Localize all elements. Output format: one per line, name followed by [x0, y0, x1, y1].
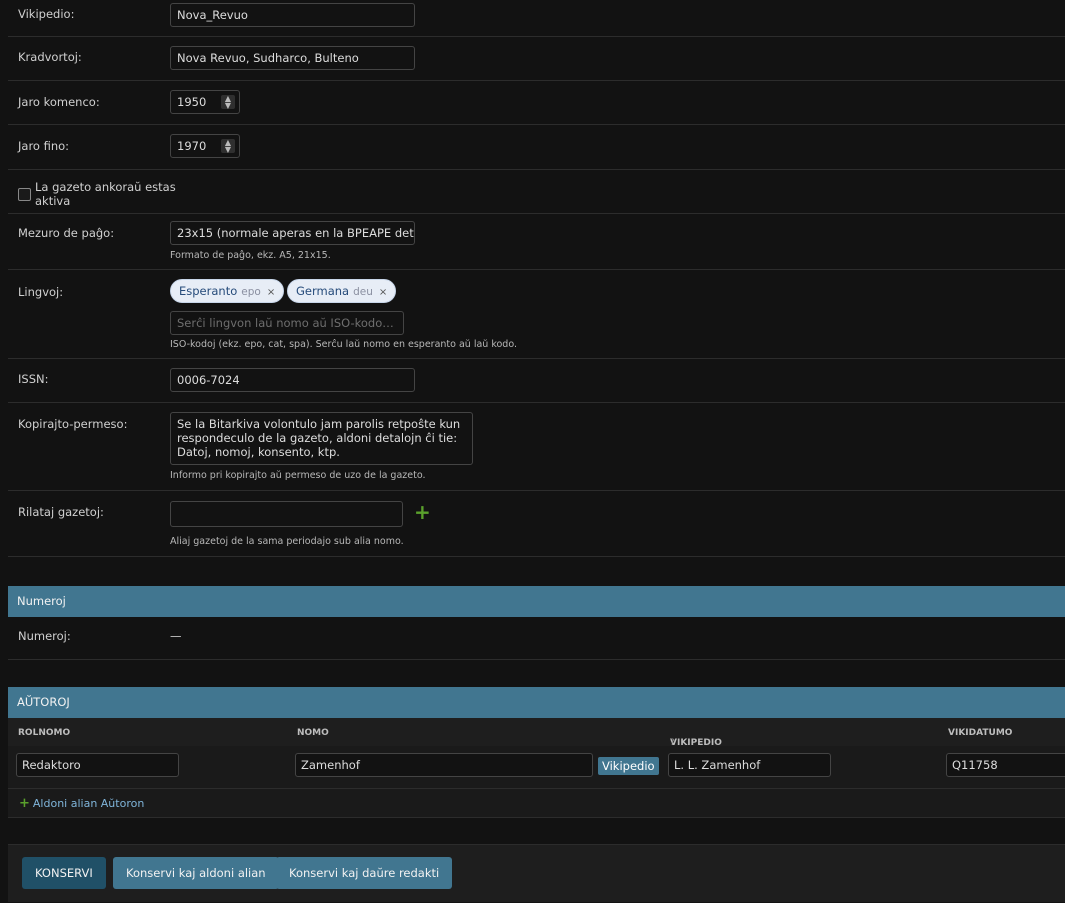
jaro-komenco-value: 1950: [177, 95, 207, 109]
language-chip-esperanto[interactable]: Esperanto epo ×: [170, 279, 285, 303]
row-kradvortoj: Kradvortoj: Nova Revuo, Sudharco, Bulten…: [8, 37, 1065, 81]
vikipedio-input[interactable]: L. L. Zamenhof: [668, 753, 831, 777]
row-jaro-komenco: Jaro komenco: 1950 ▲ ▼: [8, 81, 1065, 125]
save-add-button[interactable]: Konservi kaj aldoni alian: [113, 857, 279, 889]
jaro-komenco-input[interactable]: 1950 ▲ ▼: [170, 90, 240, 114]
kopirajto-line3: Datoj, nomoj, konsento, ktp.: [177, 445, 340, 459]
kopirajto-textarea[interactable]: Se la Bitarkiva volontulo jam parolis re…: [170, 412, 473, 465]
kopirajto-line1: Se la Bitarkiva volontulo jam parolis re…: [177, 417, 461, 431]
chip-name: Germana: [296, 284, 350, 298]
jaro-fino-value: 1970: [177, 139, 207, 153]
numeroj-section-header: Numeroj: [8, 586, 1065, 617]
aktiva-label: La gazeto ankoraŭ estas aktiva: [35, 180, 176, 208]
table-row: Redaktoro Zamenhof Vikipedio L. L. Zamen…: [8, 746, 1065, 789]
autoroj-section-header: AŬTOROJ: [8, 687, 1065, 718]
jaro-fino-input[interactable]: 1970 ▲ ▼: [170, 134, 240, 158]
kradvortoj-label: Kradvortoj:: [18, 50, 82, 64]
row-jaro-fino: Jaro fino: 1970 ▲ ▼: [8, 125, 1065, 170]
add-author-text: Aldoni alian Aŭtoron: [32, 797, 145, 810]
spinner-icon[interactable]: ▲ ▼: [221, 95, 235, 110]
add-icon: +: [19, 796, 30, 811]
col-nomo: NOMO: [297, 728, 329, 738]
jaro-komenco-label: Jaro komenco:: [18, 95, 100, 109]
row-aktiva: La gazeto ankoraŭ estas aktiva: [8, 170, 1065, 214]
row-mezuro: Mezuro de paĝo: 23x15 (normale aperas en…: [8, 214, 1065, 270]
add-related-icon[interactable]: +: [414, 502, 431, 522]
numeroj-label: Numeroj:: [18, 629, 71, 643]
remove-icon[interactable]: ×: [379, 287, 387, 298]
issn-input[interactable]: 0006-7024: [170, 368, 415, 392]
newspaper-edit-form: Vikipedio: Nova_Revuo Kradvortoj: Nova R…: [8, 0, 1065, 557]
submit-row: KONSERVI Konservi kaj aldoni alian Konse…: [8, 844, 1065, 902]
row-numeroj: Numeroj: —: [8, 617, 1065, 660]
numeroj-value: —: [170, 629, 182, 643]
language-chip-germana[interactable]: Germana deu ×: [287, 279, 397, 303]
mezuro-help: Formato de paĝo, ekz. A5, 21x15.: [170, 250, 331, 261]
spinner-icon[interactable]: ▲ ▼: [221, 139, 235, 154]
vikipedio-input[interactable]: Nova_Revuo: [170, 3, 415, 27]
rolnomo-input[interactable]: Redaktoro: [16, 753, 179, 777]
nomo-input[interactable]: Zamenhof: [295, 753, 593, 777]
chip-name: Esperanto: [179, 284, 238, 298]
row-lingvoj: Lingvoj: Esperanto epo × Germana deu × Serĉi…: [8, 270, 1065, 359]
vikipedio-label: Vikipedio:: [18, 7, 75, 21]
rilataj-input[interactable]: [170, 501, 403, 527]
autoroj-table-header: ROLNOMO NOMO VIKIPEDIO ? VIKIDATUMO: [8, 718, 1065, 748]
col-rolnomo: ROLNOMO: [18, 728, 71, 738]
col-vikidatumo: VIKIDATUMO: [948, 728, 1013, 738]
vikidatumo-input[interactable]: Q11758: [946, 753, 1065, 777]
row-kopirajto: Kopirajto-permeso: Se la Bitarkiva volon…: [8, 403, 1065, 491]
aktiva-label-line1: La gazeto ankoraŭ estas: [35, 180, 176, 194]
row-vikipedio: Vikipedio: Nova_Revuo: [8, 0, 1065, 37]
kradvortoj-input[interactable]: Nova Revuo, Sudharco, Bulteno: [170, 46, 415, 70]
kopirajto-help: Informo pri kopirajto aŭ permeso de uzo …: [170, 470, 426, 481]
language-search-input[interactable]: Serĉi lingvon laŭ nomo aŭ ISO-kodo…: [170, 311, 404, 335]
lingvoj-help: ISO-kodoj (ekz. epo, cat, spa). Serĉu la…: [170, 339, 518, 350]
issn-label: ISSN:: [18, 372, 49, 386]
aktiva-checkbox[interactable]: [18, 188, 31, 201]
aktiva-label-line2: aktiva: [35, 194, 71, 208]
save-button[interactable]: KONSERVI: [22, 857, 106, 889]
rilataj-help: Aliaj gazetoj de la sama periodajo sub a…: [170, 536, 404, 547]
vikipedio-lookup-button[interactable]: Vikipedio: [598, 757, 659, 775]
kopirajto-label: Kopirajto-permeso:: [18, 417, 128, 431]
jaro-fino-label: Jaro fino:: [18, 139, 70, 153]
chip-code: epo: [241, 286, 261, 298]
kopirajto-line2: respondeculo de la gazeto, aldoni detalo…: [177, 431, 458, 445]
mezuro-input[interactable]: 23x15 (normale aperas en la BPEAPE detaj…: [170, 221, 415, 245]
remove-icon[interactable]: ×: [267, 287, 275, 298]
add-author-link[interactable]: + Aldoni alian Aŭtoron: [19, 796, 144, 811]
rilataj-label: Rilataj gazetoj:: [18, 505, 104, 519]
mezuro-label: Mezuro de paĝo:: [18, 226, 115, 240]
add-author-row: + Aldoni alian Aŭtoron: [8, 789, 1065, 818]
row-issn: ISSN: 0006-7024: [8, 359, 1065, 403]
save-continue-button[interactable]: Konservi kaj daŭre redakti: [276, 857, 453, 889]
lingvoj-label: Lingvoj:: [18, 285, 64, 299]
row-rilataj: Rilataj gazetoj: + Aliaj gazetoj de la s…: [8, 491, 1065, 557]
chip-code: deu: [353, 286, 373, 298]
